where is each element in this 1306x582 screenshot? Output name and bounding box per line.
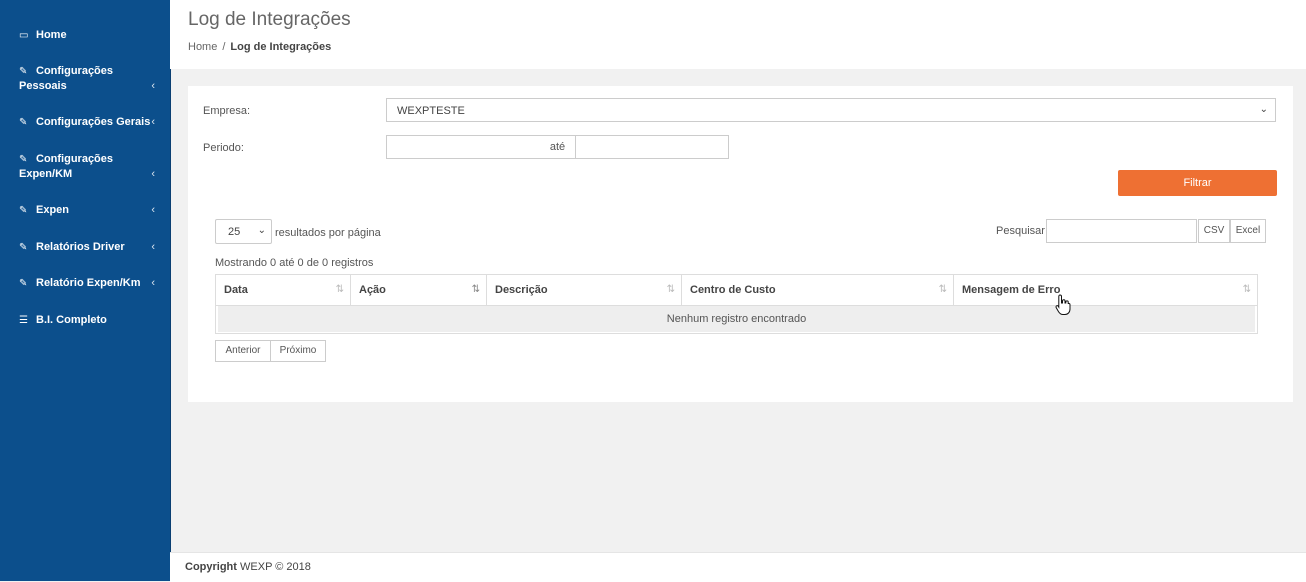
sidebar-item-label: Home xyxy=(36,29,67,41)
column-header-centro-de-custo[interactable]: Centro de Custo ⇅ xyxy=(682,275,954,305)
hand-cursor-icon xyxy=(1055,294,1071,315)
sidebar-item-expen[interactable]: ✎ Expen ‹ xyxy=(19,203,159,218)
periodo-label: Periodo: xyxy=(203,142,244,154)
chevron-left-icon: ‹ xyxy=(151,80,155,92)
page-length-value: 25 xyxy=(228,226,241,238)
periodo-start-input[interactable] xyxy=(386,135,541,159)
empresa-select[interactable]: WEXPTESTE ⌄ xyxy=(386,98,1276,122)
edit-icon: ✎ xyxy=(19,205,28,216)
table-info: Mostrando 0 até 0 de 0 registros xyxy=(215,257,374,269)
page-length-label: resultados por página xyxy=(275,227,381,239)
empresa-selected-value: WEXPTESTE xyxy=(397,105,465,117)
ate-addon: até xyxy=(540,135,575,159)
page-length-select[interactable]: 25 ⌄ xyxy=(215,219,272,244)
sort-icon: ⇅ xyxy=(666,284,675,295)
filtrar-button[interactable]: Filtrar xyxy=(1118,170,1277,196)
sidebar: ▭ Home ✎ Configurações Pessoais ‹ ✎ Configu… xyxy=(0,0,171,581)
column-header-label: Ação xyxy=(359,284,386,296)
sidebar-item-home[interactable]: ▭ Home xyxy=(19,28,159,43)
chevron-left-icon: ‹ xyxy=(151,168,155,180)
pagination-next-button[interactable]: Próximo xyxy=(270,340,326,362)
sidebar-item-configuracoes-expen-km[interactable]: ✎ Configurações Expen/KM ‹ xyxy=(19,152,159,182)
column-header-label: Centro de Custo xyxy=(690,284,776,296)
laptop-icon: ▭ xyxy=(19,30,29,41)
footer-copyright: Copyright WEXP © 2018 xyxy=(185,561,311,573)
excel-button[interactable]: Excel xyxy=(1230,219,1266,243)
data-table: Data ⇅ Ação ⇅ Descrição ⇅ Centro de Custo ⇅ … xyxy=(215,274,1258,334)
chevron-left-icon: ‹ xyxy=(151,204,155,216)
column-header-descricao[interactable]: Descrição ⇅ xyxy=(487,275,682,305)
chevron-left-icon: ‹ xyxy=(151,241,155,253)
sort-icon: ⇅ xyxy=(938,284,947,295)
sidebar-item-label: Relatório Expen/Km xyxy=(36,277,141,289)
page-header: Log de Integrações Home / Log de Integraçõ… xyxy=(170,0,1306,69)
empty-table-row: Nenhum registro encontrado xyxy=(218,306,1255,332)
edit-icon: ✎ xyxy=(19,154,28,165)
sidebar-item-label: Configurações xyxy=(36,65,114,77)
edit-icon: ✎ xyxy=(19,66,28,77)
sidebar-item-bi-completo[interactable]: ☰ B.I. Completo xyxy=(19,313,159,328)
search-input[interactable] xyxy=(1046,219,1197,243)
column-header-label: Mensagem de Erro xyxy=(962,284,1061,296)
sort-icon: ⇅ xyxy=(1242,284,1251,295)
sort-icon: ⇅ xyxy=(335,284,344,295)
footer: Copyright WEXP © 2018 xyxy=(170,552,1306,582)
breadcrumb: Home / Log de Integrações xyxy=(188,41,331,53)
empresa-label: Empresa: xyxy=(203,105,251,117)
sidebar-item-relatorio-expen-km[interactable]: ✎ Relatório Expen/Km ‹ xyxy=(19,276,159,291)
breadcrumb-current: Log de Integrações xyxy=(230,41,332,53)
sidebar-item-label: Expen xyxy=(36,204,70,216)
periodo-end-input[interactable] xyxy=(575,135,729,159)
sidebar-item-relatorios-driver[interactable]: ✎ Relatórios Driver ‹ xyxy=(19,240,159,255)
list-icon: ☰ xyxy=(19,315,28,326)
page-title: Log de Integrações xyxy=(188,9,351,30)
chevron-left-icon: ‹ xyxy=(151,277,155,289)
content-card: Empresa: WEXPTESTE ⌄ Periodo: até Filtra… xyxy=(188,86,1293,402)
sort-desc-icon: ⇅ xyxy=(471,284,480,295)
edit-icon: ✎ xyxy=(19,278,28,289)
copyright-label: Copyright xyxy=(185,561,237,573)
column-header-label: Data xyxy=(224,284,248,296)
sidebar-item-label: B.I. Completo xyxy=(36,314,107,326)
chevron-down-icon: ⌄ xyxy=(1259,104,1268,115)
search-label: Pesquisar xyxy=(996,225,1045,237)
sidebar-item-configuracoes-pessoais[interactable]: ✎ Configurações Pessoais ‹ xyxy=(19,64,159,94)
column-header-acao[interactable]: Ação ⇅ xyxy=(351,275,487,305)
sidebar-item-label-line2: Expen/KM xyxy=(19,168,73,180)
sidebar-item-label: Relatórios Driver xyxy=(36,241,125,253)
column-header-data[interactable]: Data ⇅ xyxy=(216,275,351,305)
sidebar-item-label-line2: Pessoais xyxy=(19,80,67,92)
sidebar-item-label: Configurações xyxy=(36,153,114,165)
breadcrumb-separator: / xyxy=(222,41,226,53)
column-header-mensagem-de-erro[interactable]: Mensagem de Erro ⇅ xyxy=(954,275,1257,305)
breadcrumb-home-link[interactable]: Home xyxy=(188,41,217,53)
column-header-label: Descrição xyxy=(495,284,548,296)
sidebar-item-configuracoes-gerais[interactable]: ✎ Configurações Gerais ‹ xyxy=(19,115,159,130)
edit-icon: ✎ xyxy=(19,117,28,128)
pagination-previous-button[interactable]: Anterior xyxy=(215,340,271,362)
copyright-text: WEXP © 2018 xyxy=(240,561,311,573)
sidebar-item-label: Configurações Gerais xyxy=(36,116,151,128)
edit-icon: ✎ xyxy=(19,242,28,253)
chevron-left-icon: ‹ xyxy=(151,116,155,128)
chevron-down-icon: ⌄ xyxy=(257,225,266,236)
csv-button[interactable]: CSV xyxy=(1198,219,1230,243)
